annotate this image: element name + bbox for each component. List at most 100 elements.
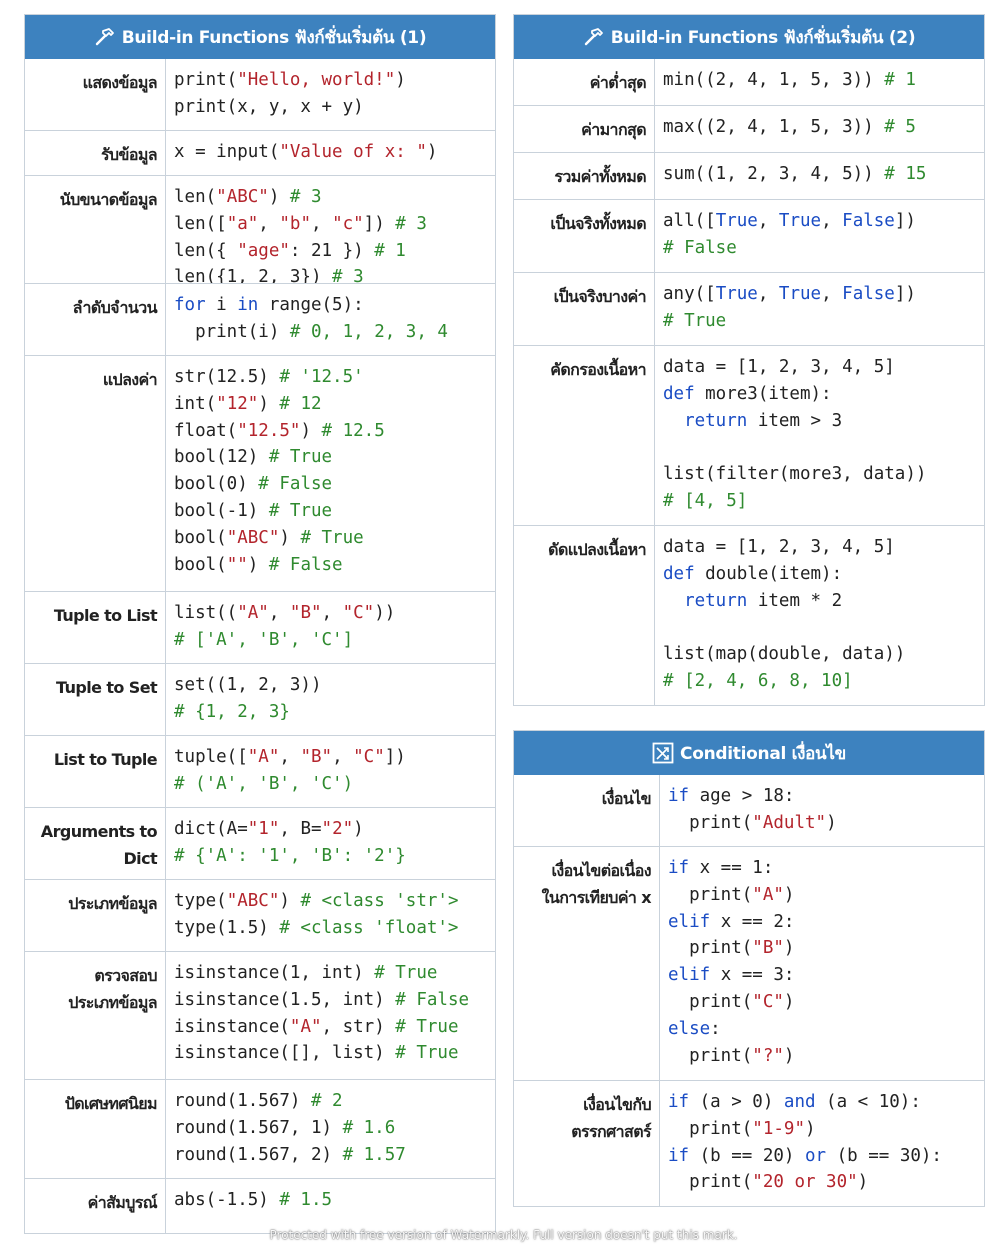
row-label: ดัดแปลงเนื้อหา <box>514 526 655 705</box>
row-label: แปลงค่า <box>25 356 166 591</box>
code-line: # {1, 2, 3} <box>174 701 290 722</box>
code-line: min((2, 4, 1, 5, 3)) # 1 <box>663 70 916 90</box>
code-line: list(filter(more3, data)) <box>663 464 927 485</box>
hammer-icon <box>94 27 116 47</box>
watermark-text: Protected with free version of Watermark… <box>269 1228 738 1242</box>
code-line: round(1.567, 2) # 1.57 <box>174 1144 406 1165</box>
panel-header: Conditional เงื่อนไข <box>514 731 984 775</box>
hammer-icon <box>583 27 605 47</box>
row-label: เป็นจริงทั้งหมด <box>514 200 655 272</box>
panel-title: Build-in Functions ฟังก์ชั่นเริ่มต้น (2) <box>610 27 916 48</box>
table-row: ค่าต่ำสุด min((2, 4, 1, 5, 3)) # 1 <box>514 59 984 105</box>
table-row: ตรวจสอบ ประเภทข้อมูล isinstance(1, int) #… <box>25 951 495 1079</box>
code-line: if x == 1: <box>668 858 774 878</box>
code-block: isinstance(1, int) # True isinstance(1.5,… <box>166 952 495 1079</box>
code-block: for i in range(5): print(i) # 0, 1, 2, 3… <box>166 284 495 355</box>
code-line: print(x, y, x + y) <box>174 96 364 117</box>
row-label: คัดกรองเนื้อหา <box>514 346 655 525</box>
table-row: ค่ามากสุด max((2, 4, 1, 5, 3)) # 5 <box>514 105 984 152</box>
panel-title: Conditional เงื่อนไข <box>680 743 846 764</box>
row-label: ค่าต่ำสุด <box>514 59 655 105</box>
code-line: # False <box>663 237 737 258</box>
code-line: all([True, True, False]) <box>663 211 916 231</box>
table-row: Tuple to List list(("A", "B", "C")) # ['A'… <box>25 591 495 663</box>
row-label: ค่าสัมบูรณ์ <box>25 1179 166 1233</box>
code-line: def double(item): <box>663 563 843 584</box>
row-label: ประเภทข้อมูล <box>25 880 166 951</box>
code-line: print("1-9") <box>668 1118 816 1139</box>
code-block: all([True, True, False]) # False <box>655 200 984 272</box>
table-row: เป็นจริงทั้งหมด all([True, True, False]) #… <box>514 199 984 272</box>
row-label: เงื่อนไขต่อเนื่อง ในการเทียบค่า x <box>514 847 660 1080</box>
code-line: elif x == 3: <box>668 965 795 986</box>
code-block: if (a > 0) and (a < 10): print("1-9") if … <box>660 1081 984 1206</box>
code-line: type("ABC") # <class 'str'> <box>174 891 459 911</box>
code-line: isinstance([], list) # True <box>174 1043 459 1064</box>
panel-title: Build-in Functions ฟังก์ชั่นเริ่มต้น (1) <box>121 27 427 48</box>
code-line: type(1.5) # <class 'float'> <box>174 917 459 938</box>
panel-conditional: Conditional เงื่อนไข เงื่อนไข if age > 18… <box>513 730 985 1207</box>
code-line: # ('A', 'B', 'C') <box>174 773 354 794</box>
table-row: เงื่อนไขต่อเนื่อง ในการเทียบค่า x if x ==… <box>514 846 984 1080</box>
code-line: # [4, 5] <box>663 490 748 511</box>
table-row: ประเภทข้อมูล type("ABC") # <class 'str'> t… <box>25 879 495 951</box>
code-line: return item > 3 <box>684 410 843 431</box>
code-line: if age > 18: <box>668 786 795 806</box>
code-line: # [2, 4, 6, 8, 10] <box>663 670 853 691</box>
row-label: นับขนาดข้อมูล <box>25 176 166 283</box>
table-row: Tuple to Set set((1, 2, 3)) # {1, 2, 3} <box>25 663 495 735</box>
code-line: # True <box>663 310 727 331</box>
code-line: len("ABC") # 3 <box>174 187 322 207</box>
code-line: bool(0) # False <box>174 474 333 495</box>
table-row: เป็นจริงบางค่า any([True, True, False]) # … <box>514 272 984 345</box>
code-line: isinstance("A", str) # True <box>174 1016 459 1037</box>
table-row: แปลงค่า str(12.5) # '12.5' int("12") # 12 f… <box>25 355 495 591</box>
row-label: Tuple to List <box>25 592 166 663</box>
code-block: str(12.5) # '12.5' int("12") # 12 float("1… <box>166 356 495 591</box>
row-label: ค่ามากสุด <box>514 106 655 152</box>
code-line: return item * 2 <box>684 590 843 611</box>
table-row: ปัดเศษทศนิยม round(1.567) # 2 round(1.567,… <box>25 1079 495 1178</box>
code-line: # ['A', 'B', 'C'] <box>174 629 354 650</box>
row-label: แสดงข้อมูล <box>25 59 166 130</box>
code-line: isinstance(1.5, int) # False <box>174 989 470 1010</box>
code-block: tuple(["A", "B", "C"]) # ('A', 'B', 'C') <box>166 736 495 807</box>
code-block: min((2, 4, 1, 5, 3)) # 1 <box>655 59 984 105</box>
row-label: Tuple to Set <box>25 664 166 735</box>
table-row: ค่าสัมบูรณ์ abs(-1.5) # 1.5 <box>25 1178 495 1233</box>
table-row: ลำดับจำนวน for i in range(5): print(i) # … <box>25 283 495 355</box>
code-line: round(1.567) # 2 <box>174 1091 343 1111</box>
row-label: เงื่อนไขกับ ตรรกศาสตร์ <box>514 1081 660 1206</box>
code-block: type("ABC") # <class 'str'> type(1.5) # <… <box>166 880 495 951</box>
code-line: int("12") # 12 <box>174 393 322 414</box>
code-line: str(12.5) # '12.5' <box>174 367 364 387</box>
code-line: list(("A", "B", "C")) <box>174 603 396 623</box>
code-line: float("12.5") # 12.5 <box>174 420 385 441</box>
code-line: len(["a", "b", "c"]) # 3 <box>174 213 427 234</box>
row-label: เงื่อนไข <box>514 775 660 846</box>
code-line: bool("ABC") # True <box>174 527 364 548</box>
code-line: x = input("Value of x: ") <box>174 142 438 162</box>
row-label: ปัดเศษทศนิยม <box>25 1080 166 1178</box>
code-line: print("?") <box>668 1045 795 1066</box>
shuffle-icon <box>652 742 674 764</box>
code-line: print("20 or 30") <box>668 1172 869 1193</box>
row-label: ตรวจสอบ ประเภทข้อมูล <box>25 952 166 1079</box>
code-block: dict(A="1", B="2") # {'A': '1', 'B': '2'} <box>166 808 495 879</box>
code-line: data = [1, 2, 3, 4, 5] <box>663 537 895 557</box>
code-line: print("Hello, world!") <box>174 70 406 90</box>
code-line: if (b == 20) or (b == 30): <box>668 1145 942 1166</box>
table-row: เงื่อนไข if age > 18: print("Adult") <box>514 775 984 846</box>
panel-header: Build-in Functions ฟังก์ชั่นเริ่มต้น (2) <box>514 15 984 59</box>
code-block: len("ABC") # 3 len(["a", "b", "c"]) # 3 le… <box>166 176 495 283</box>
code-line: print(i) # 0, 1, 2, 3, 4 <box>174 321 448 342</box>
code-line: len({ "age": 21 }) # 1 <box>174 240 406 261</box>
panel-rows: เงื่อนไข if age > 18: print("Adult") เงื่อ… <box>514 775 984 1206</box>
code-line: round(1.567, 1) # 1.6 <box>174 1117 396 1138</box>
panel-header: Build-in Functions ฟังก์ชั่นเริ่มต้น (1) <box>25 15 495 59</box>
code-block: print("Hello, world!") print(x, y, x + y) <box>166 59 495 130</box>
code-line: print("Adult") <box>668 812 837 833</box>
code-block: if x == 1: print("A") elif x == 2: print(… <box>660 847 984 1080</box>
